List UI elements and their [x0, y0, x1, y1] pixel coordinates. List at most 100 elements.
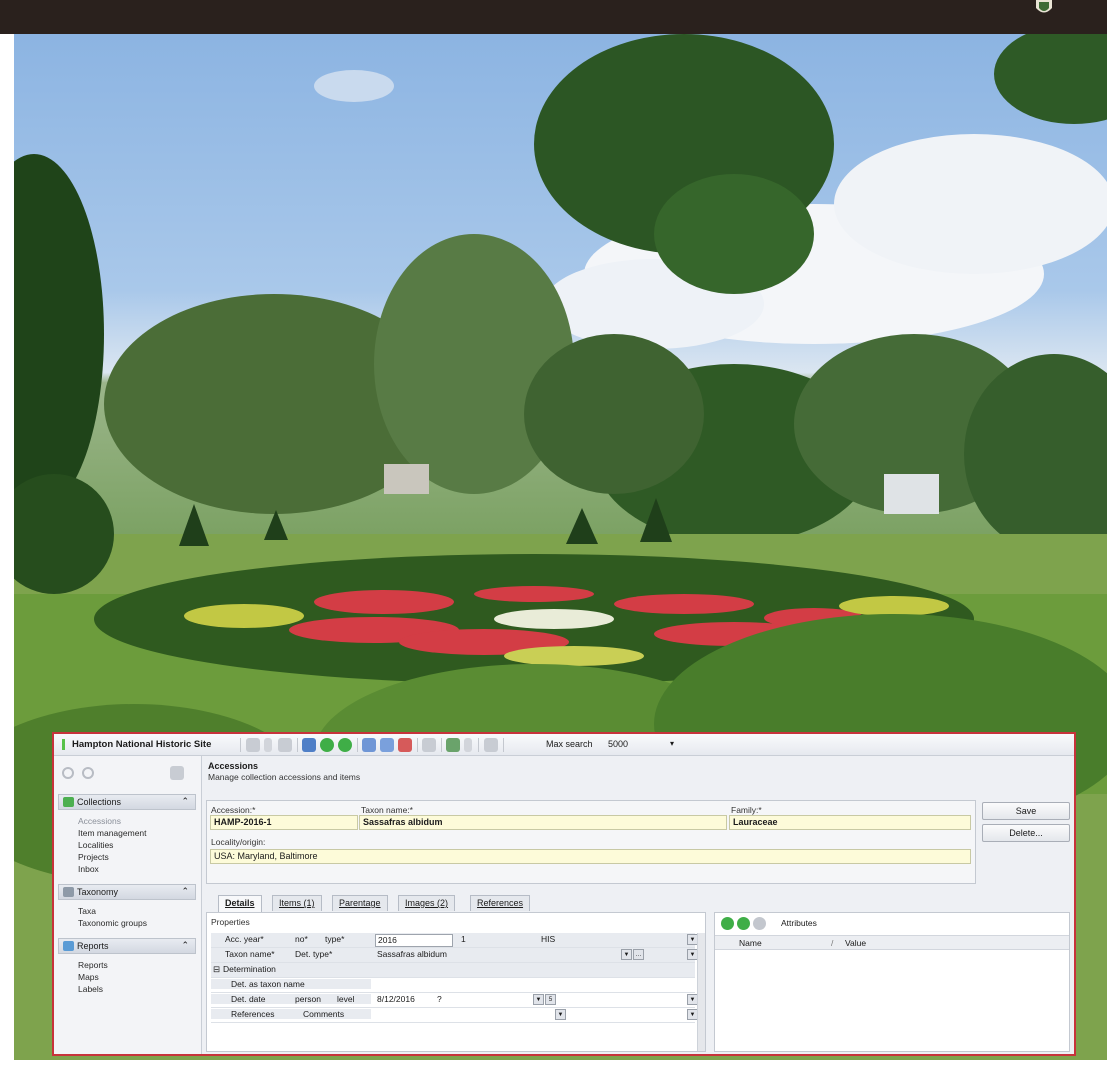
- reports-icon: [63, 941, 74, 951]
- delete-button[interactable]: Delete...: [982, 824, 1070, 842]
- tab-parentage[interactable]: Parentage: [332, 895, 388, 911]
- nav-item-accessions[interactable]: Accessions: [78, 816, 121, 826]
- dropdown-arrow-icon[interactable]: [464, 738, 472, 752]
- tab-items[interactable]: Items (1): [272, 895, 322, 911]
- nav-item-maps[interactable]: Maps: [78, 972, 99, 982]
- chevron-down-icon[interactable]: ▼: [555, 1009, 566, 1020]
- tab-images[interactable]: Images (2): [398, 895, 456, 911]
- acc-no-label: no*: [295, 934, 308, 944]
- user-icon[interactable]: [446, 738, 460, 752]
- toolbar-separator: [503, 738, 504, 752]
- nav-item-reports[interactable]: Reports: [78, 960, 108, 970]
- taxon-name-prop-value[interactable]: Sassafras albidum: [377, 949, 447, 959]
- collapse-icon[interactable]: ⌃: [181, 940, 189, 951]
- attributes-col-name[interactable]: Name: [739, 938, 762, 948]
- print-icon[interactable]: [278, 738, 292, 752]
- max-search-label: Max search: [546, 739, 593, 749]
- add-record-icon[interactable]: [320, 738, 334, 752]
- more-icon[interactable]: …: [633, 949, 644, 960]
- nav-item-labels[interactable]: Labels: [78, 984, 103, 994]
- app-icon: [62, 739, 65, 750]
- form-view-icon[interactable]: [302, 738, 316, 752]
- calendar-icon[interactable]: 5: [545, 994, 556, 1005]
- acc-no-value[interactable]: 1: [461, 934, 466, 944]
- level-value[interactable]: ?: [437, 994, 442, 1004]
- list-icon[interactable]: [422, 738, 436, 752]
- property-row-references: References Comments ▼ ▼: [211, 1008, 698, 1023]
- page-subtitle: Manage collection accessions and items: [208, 772, 361, 782]
- nav-item-localities[interactable]: Localities: [78, 840, 113, 850]
- collapse-icon[interactable]: ⌃: [181, 796, 189, 807]
- app-title: Hampton National Historic Site: [72, 739, 212, 750]
- locality-field[interactable]: USA: Maryland, Baltimore: [210, 849, 971, 864]
- arrowhead-logo-icon: [1036, 0, 1052, 13]
- window-icon[interactable]: [362, 738, 376, 752]
- copy-icon[interactable]: [484, 738, 498, 752]
- family-field[interactable]: Lauraceae: [729, 815, 971, 830]
- back-icon[interactable]: [62, 767, 74, 779]
- bottom-margin: [0, 1060, 1107, 1074]
- collections-icon: [63, 797, 74, 807]
- edit-attribute-icon[interactable]: [737, 917, 750, 930]
- acc-year-input[interactable]: 2016: [375, 934, 453, 947]
- acc-type-value[interactable]: HIS: [541, 934, 555, 944]
- nav-section-collections[interactable]: Collections ⌃: [58, 794, 196, 810]
- nav-item-item-management[interactable]: Item management: [78, 828, 147, 838]
- app-window: Hampton National Historic Site Max searc…: [52, 732, 1076, 1056]
- toolbar-separator: [478, 738, 479, 752]
- property-row-det-as-taxon: Det. as taxon name: [211, 978, 695, 993]
- nav-item-inbox[interactable]: Inbox: [78, 864, 99, 874]
- det-as-taxon-label: Det. as taxon name: [211, 979, 371, 989]
- top-banner: [0, 0, 1107, 34]
- attributes-table-header: Name / Value: [715, 935, 1069, 950]
- collapse-icon[interactable]: ⌃: [181, 886, 189, 897]
- tab-details[interactable]: Details: [218, 895, 262, 912]
- tab-references[interactable]: References: [470, 895, 531, 911]
- family-label: Family:*: [731, 805, 762, 815]
- accession-field[interactable]: HAMP-2016-1: [210, 815, 358, 830]
- refresh-icon[interactable]: [338, 738, 352, 752]
- taxon-name-field[interactable]: Sassafras albidum: [359, 815, 727, 830]
- chevron-down-icon[interactable]: ▼: [533, 994, 544, 1005]
- det-type-label: Det. type*: [295, 949, 333, 959]
- search-icon[interactable]: [246, 738, 260, 752]
- add-attribute-icon[interactable]: [721, 917, 734, 930]
- sort-divider: /: [831, 938, 834, 948]
- toolbar-separator: [357, 738, 358, 752]
- navigation-sidebar: Collections ⌃ Accessions Item management…: [54, 756, 202, 1054]
- chevron-down-icon[interactable]: ▼: [621, 949, 632, 960]
- dropdown-arrow-icon[interactable]: [264, 738, 272, 752]
- determination-label: Determination: [223, 964, 276, 974]
- nav-section-taxonomy[interactable]: Taxonomy ⌃: [58, 884, 196, 900]
- property-row-accession: Acc. year* no* type* 2016 1 HIS ▼: [211, 933, 698, 948]
- main-panel: Accessions Manage collection accessions …: [204, 756, 1074, 1054]
- max-search-input[interactable]: 5000: [608, 739, 628, 749]
- locality-label: Locality/origin:: [211, 837, 266, 847]
- taxon-name-label: Taxon name:*: [361, 805, 413, 815]
- remove-attribute-icon[interactable]: [753, 917, 766, 930]
- toolbar-separator: [441, 738, 442, 752]
- nav-item-taxa[interactable]: Taxa: [78, 906, 96, 916]
- save-button[interactable]: Save: [982, 802, 1070, 820]
- nav-section-reports[interactable]: Reports ⌃: [58, 938, 196, 954]
- expand-icon[interactable]: ⊟: [213, 964, 220, 975]
- nav-options-icon[interactable]: [170, 766, 184, 780]
- properties-scrollbar[interactable]: [697, 933, 705, 1051]
- chevron-down-icon[interactable]: ▾: [670, 739, 674, 748]
- references-label: References: [211, 1009, 371, 1019]
- taxonomy-icon: [63, 887, 74, 897]
- nav-item-taxonomic-groups[interactable]: Taxonomic groups: [78, 918, 147, 928]
- page-title: Accessions: [208, 761, 259, 771]
- attributes-title: Attributes: [781, 918, 817, 928]
- undo-icon[interactable]: [380, 738, 394, 752]
- det-date-value[interactable]: 8/12/2016: [377, 994, 415, 1004]
- accession-header-fields: Accession:* HAMP-2016-1 Taxon name:* Sas…: [206, 800, 976, 884]
- acc-type-label: type*: [325, 934, 345, 944]
- attributes-col-value[interactable]: Value: [845, 938, 866, 948]
- property-row-determination[interactable]: ⊟ Determination: [211, 963, 695, 978]
- forward-icon[interactable]: [82, 767, 94, 779]
- person-label: person: [295, 994, 321, 1004]
- help-icon[interactable]: [398, 738, 412, 752]
- attributes-panel: Attributes Name / Value: [714, 912, 1070, 1052]
- nav-item-projects[interactable]: Projects: [78, 852, 109, 862]
